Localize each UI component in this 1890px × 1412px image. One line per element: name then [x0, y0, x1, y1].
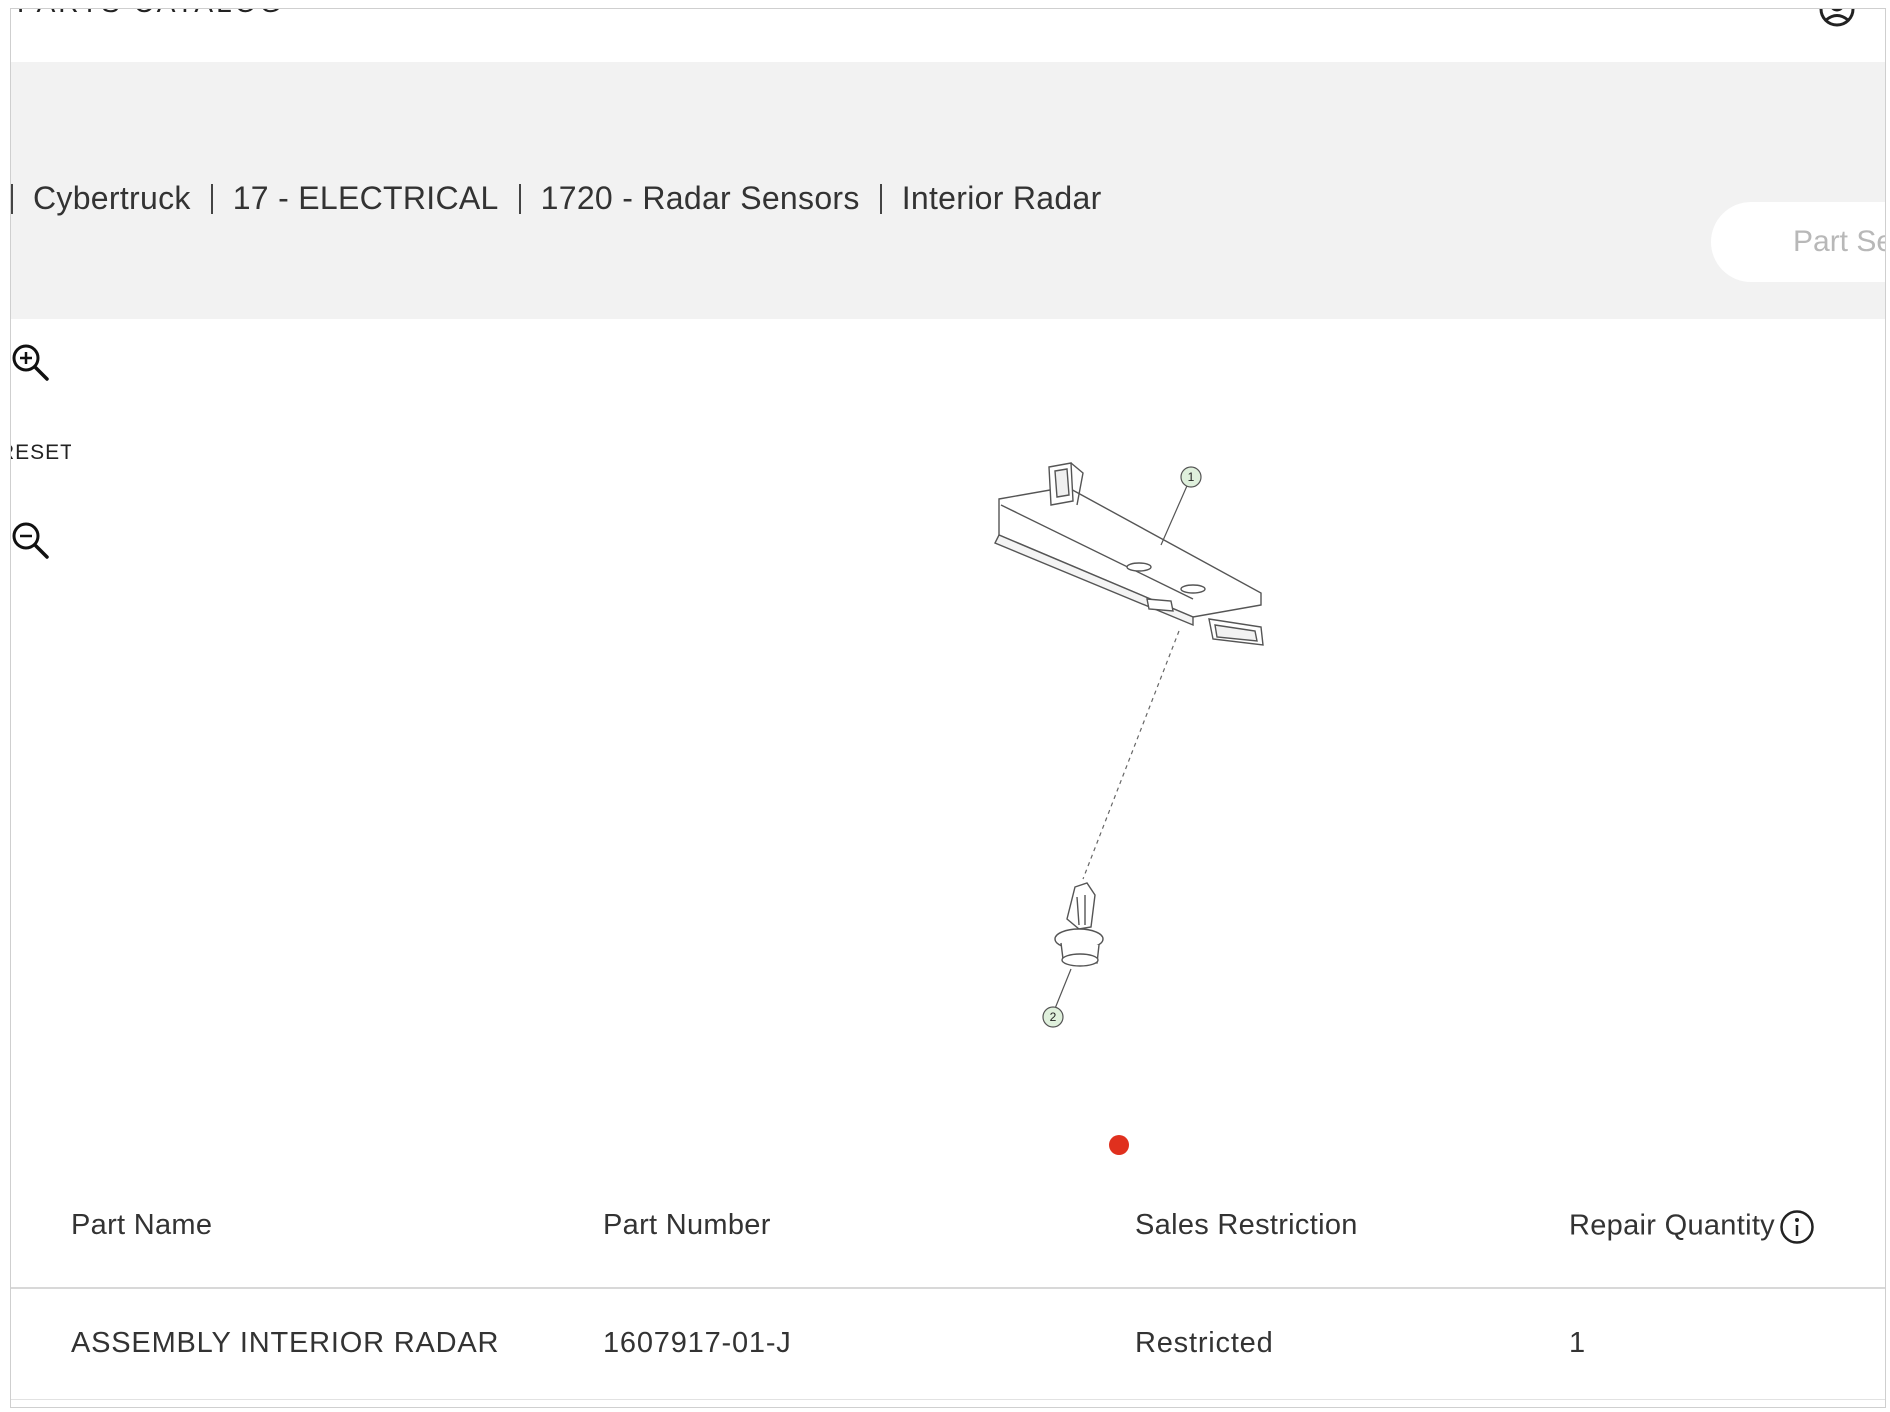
- zoom-in-icon[interactable]: [11, 343, 51, 383]
- breadcrumb-separator: [879, 183, 882, 214]
- callout-2[interactable]: 2: [1042, 1006, 1064, 1028]
- svg-text:2: 2: [1050, 1010, 1057, 1024]
- reset-label: RESET: [11, 441, 71, 464]
- breadcrumb-item-subsystem[interactable]: 1720 - Radar Sensors: [541, 180, 860, 217]
- cell-part-number[interactable]: 1607917-01-J: [603, 1327, 792, 1360]
- breadcrumb-separator: [210, 183, 213, 214]
- fastener-clip-drawing: [1054, 882, 1104, 967]
- breadcrumb-separator: [518, 183, 521, 214]
- cell-repair-quantity: 1: [1569, 1327, 1586, 1359]
- reset-view-button[interactable]: RESET: [11, 441, 71, 465]
- cell-part-name: ASSEMBLY INTERIOR RADAR: [71, 1327, 500, 1359]
- breadcrumb-separator: [11, 183, 13, 214]
- info-icon[interactable]: [1779, 1209, 1815, 1245]
- cell-sales-restriction: Restricted: [1135, 1327, 1274, 1359]
- top-bar: PARTS CATALOG: [11, 9, 1885, 62]
- breadcrumb-item-current: Interior Radar: [901, 180, 1102, 216]
- account-icon[interactable]: [1817, 8, 1857, 29]
- carousel-indicator-active[interactable]: [1109, 1135, 1129, 1155]
- app-frame: PARTS CATALOG Cybertruck 17 - ELECTRICAL…: [10, 8, 1886, 1408]
- app-title: PARTS CATALOG: [17, 9, 284, 19]
- parts-table: Part Name Part Number Sales Restriction …: [11, 1189, 1885, 1400]
- svg-text:1: 1: [1188, 470, 1195, 484]
- breadcrumb: Cybertruck 17 - ELECTRICAL 1720 - Radar …: [11, 180, 1102, 217]
- parts-diagram[interactable]: 1 2: [971, 449, 1311, 1049]
- leader-line-1: [1160, 478, 1191, 546]
- breadcrumb-item-model[interactable]: Cybertruck: [33, 180, 191, 217]
- breadcrumb-item-system[interactable]: 17 - ELECTRICAL: [233, 180, 499, 217]
- header-part-number: Part Number: [603, 1209, 771, 1241]
- breadcrumb-band: Cybertruck 17 - ELECTRICAL 1720 - Radar …: [11, 62, 1885, 319]
- header-repair-quantity-label: Repair Quantity: [1569, 1209, 1775, 1242]
- callout-1[interactable]: 1: [1180, 466, 1202, 488]
- assembly-dashed-line: [1082, 630, 1180, 880]
- radar-assembly-drawing: [994, 462, 1264, 646]
- header-part-name: Part Name: [71, 1209, 213, 1241]
- leader-line-2: [1053, 968, 1072, 1012]
- table-header: Part Name Part Number Sales Restriction …: [11, 1189, 1885, 1289]
- header-repair-quantity: Repair Quantity: [1569, 1209, 1815, 1245]
- header-sales-restriction: Sales Restriction: [1135, 1209, 1358, 1241]
- part-search-input[interactable]: [1711, 202, 1885, 282]
- zoom-out-icon[interactable]: [11, 521, 51, 561]
- table-row[interactable]: ASSEMBLY INTERIOR RADAR 1607917-01-J Res…: [11, 1289, 1885, 1400]
